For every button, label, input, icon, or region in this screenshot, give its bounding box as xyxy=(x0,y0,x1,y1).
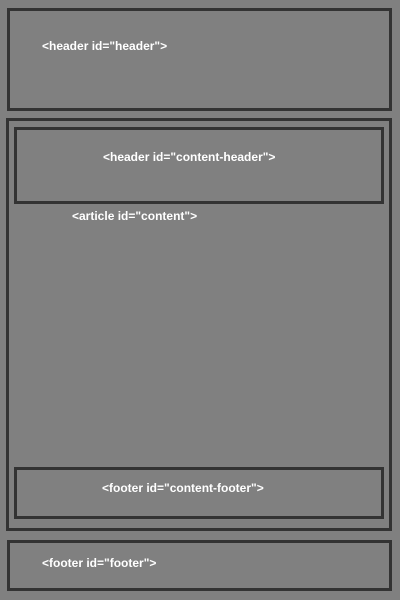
footer-label: <footer id="footer"> xyxy=(42,556,157,570)
content-header-box xyxy=(14,127,384,204)
content-footer-label: <footer id="content-footer"> xyxy=(102,481,264,495)
header-label: <header id="header"> xyxy=(42,39,168,53)
header-box xyxy=(7,8,392,111)
content-header-label: <header id="content-header"> xyxy=(103,150,276,164)
content-article-label: <article id="content"> xyxy=(72,209,198,223)
